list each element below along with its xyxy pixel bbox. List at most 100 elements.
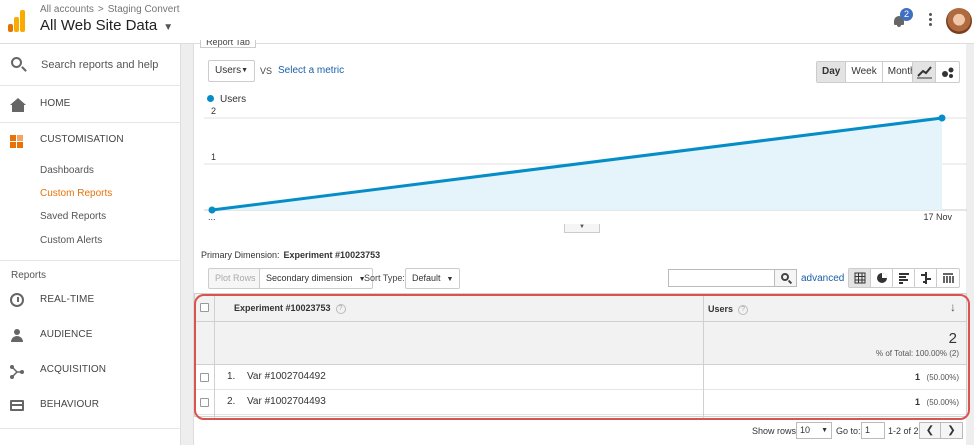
performance-view-button[interactable]: [893, 269, 915, 287]
column-header-label: Experiment #10023753: [234, 303, 331, 313]
goto-label: Go to:: [836, 426, 861, 436]
previous-page-button[interactable]: ❮: [920, 423, 941, 438]
table-row: 1. Var #1002704492 1 (50.00%): [195, 365, 966, 390]
users-chart[interactable]: 1 2... 17 Nov: [194, 104, 967, 229]
sort-arrow-icon[interactable]: ↓: [950, 300, 956, 314]
y-tick-label: 1: [211, 152, 216, 162]
pivot-view-button[interactable]: [937, 269, 959, 287]
table-search-button[interactable]: [774, 269, 797, 287]
sidebar-item-acquisition[interactable]: ACQUISITION: [0, 354, 181, 388]
goto-page-input[interactable]: 1: [861, 422, 885, 439]
row-index: 2.: [227, 396, 236, 407]
y-tick-label: 2: [211, 106, 216, 116]
advanced-filter-link[interactable]: advanced: [801, 273, 844, 284]
select-all-checkbox[interactable]: [200, 303, 209, 312]
chart-resize-handle[interactable]: ▼: [564, 224, 600, 233]
comparison-icon: [921, 272, 931, 284]
breadcrumb-separator: >: [97, 4, 104, 15]
sidebar-item-home[interactable]: HOME: [0, 88, 181, 122]
secondary-dimension-label: Secondary dimension: [266, 273, 353, 283]
page-range: 1-2 of 2: [888, 426, 919, 436]
pivot-icon: [943, 273, 954, 283]
sidebar: Search reports and help HOME CUSTOMISATI…: [0, 44, 181, 445]
data-table: Experiment #10023753? Users? ↓ 2 % of To…: [194, 293, 967, 418]
comparison-view-button[interactable]: [915, 269, 937, 287]
sidebar-item-label: REAL-TIME: [40, 294, 95, 305]
breadcrumb-property[interactable]: Staging Convert: [108, 4, 180, 15]
row-users-value: 1: [914, 397, 920, 407]
notification-count-badge: 2: [900, 8, 913, 21]
plot-rows-button[interactable]: Plot Rows: [208, 268, 263, 289]
sidebar-item-label: CUSTOMISATION: [40, 134, 124, 145]
chart-type-toggle: [912, 61, 960, 83]
sidebar-search[interactable]: Search reports and help: [0, 44, 181, 86]
sidebar-subitem-saved-reports[interactable]: Saved Reports: [40, 211, 106, 222]
sidebar-divider: [0, 428, 181, 429]
sidebar-item-label: AUDIENCE: [40, 329, 93, 340]
help-icon[interactable]: ?: [335, 304, 346, 314]
bar-list-icon: [899, 273, 909, 284]
table-totals-row: 2 % of Total: 100.00% (2): [195, 322, 966, 365]
breadcrumb-account[interactable]: All accounts: [40, 4, 94, 15]
primary-dimension-label: Primary Dimension:: [201, 250, 280, 260]
data-point: [938, 114, 946, 122]
sidebar-item-realtime[interactable]: REAL-TIME: [0, 284, 181, 318]
row-index: 1.: [227, 371, 236, 382]
more-options-icon[interactable]: [929, 13, 933, 29]
metric-dropdown[interactable]: Users ▼: [208, 60, 255, 82]
period-day-button[interactable]: Day: [817, 62, 847, 82]
breadcrumb: All accounts > Staging Convert: [40, 4, 179, 15]
caret-down-icon: ▼: [446, 276, 454, 283]
sidebar-subitem-dashboards[interactable]: Dashboards: [40, 165, 94, 176]
caret-down-icon: ▼: [163, 22, 174, 33]
caret-down-icon: ▼: [241, 67, 248, 74]
table-search-input[interactable]: [668, 269, 775, 287]
row-users-percent: (50.00%): [926, 398, 959, 407]
view-selector[interactable]: All Web Site Data ▼: [40, 17, 173, 34]
column-divider: [703, 294, 704, 418]
grid-icon: [854, 272, 866, 284]
total-users-percent: % of Total: 100.00% (2): [875, 349, 959, 358]
sidebar-divider: [0, 122, 181, 123]
row-dimension-link[interactable]: Var #1002704493: [247, 396, 326, 407]
table-view-toggle: [848, 268, 960, 288]
tab-report[interactable]: Report Tab: [200, 40, 256, 48]
sidebar-search-placeholder: Search reports and help: [41, 59, 159, 71]
table-row: 2. Var #1002704493 1 (50.00%): [195, 390, 966, 415]
table-footer: Show rows: 10 ▼ Go to: 1 1-2 of 2 ❮ ❯: [194, 421, 967, 443]
period-toggle: Day Week Month: [816, 61, 922, 83]
period-week-button[interactable]: Week: [846, 62, 883, 82]
sidebar-item-label: HOME: [40, 98, 71, 109]
help-icon[interactable]: ?: [738, 305, 749, 315]
show-rows-label: Show rows:: [752, 426, 799, 436]
select-metric-link[interactable]: Select a metric: [278, 65, 344, 76]
caret-down-icon: ▼: [821, 427, 828, 434]
percentage-view-button[interactable]: [871, 269, 893, 287]
motion-chart-icon: [942, 67, 954, 78]
sort-type-dropdown[interactable]: Default ▼: [405, 268, 461, 289]
sidebar-item-label: BEHAVIOUR: [40, 399, 100, 410]
sidebar-item-behaviour[interactable]: BEHAVIOUR: [0, 389, 181, 423]
show-rows-select[interactable]: 10 ▼: [796, 422, 832, 439]
sidebar-item-customisation[interactable]: CUSTOMISATION: [0, 124, 181, 158]
row-dimension-link[interactable]: Var #1002704492: [247, 371, 326, 382]
row-checkbox[interactable]: [200, 373, 209, 382]
sidebar-subitem-custom-reports[interactable]: Custom Reports: [40, 188, 112, 199]
line-chart-button[interactable]: [913, 62, 936, 82]
sidebar-subitem-custom-alerts[interactable]: Custom Alerts: [40, 235, 102, 246]
secondary-dimension-dropdown[interactable]: Secondary dimension ▼: [259, 268, 373, 289]
sidebar-item-audience[interactable]: AUDIENCE: [0, 319, 181, 353]
user-avatar[interactable]: [946, 8, 972, 34]
x-tick-label: 17 Nov: [923, 212, 952, 222]
column-header-users[interactable]: Users?: [708, 304, 749, 315]
table-toolbar: Plot Rows Secondary dimension ▼ Sort Type…: [200, 266, 967, 292]
column-header-experiment[interactable]: Experiment #10023753?: [234, 303, 346, 314]
row-checkbox[interactable]: [200, 398, 209, 407]
next-page-button[interactable]: ❯: [941, 423, 962, 438]
total-users-value: 2: [948, 330, 957, 347]
motion-chart-button[interactable]: [936, 62, 959, 82]
pagination: ❮ ❯: [919, 422, 963, 439]
analytics-logo-icon[interactable]: [8, 8, 26, 32]
column-divider: [214, 294, 215, 418]
data-table-view-button[interactable]: [849, 269, 871, 287]
